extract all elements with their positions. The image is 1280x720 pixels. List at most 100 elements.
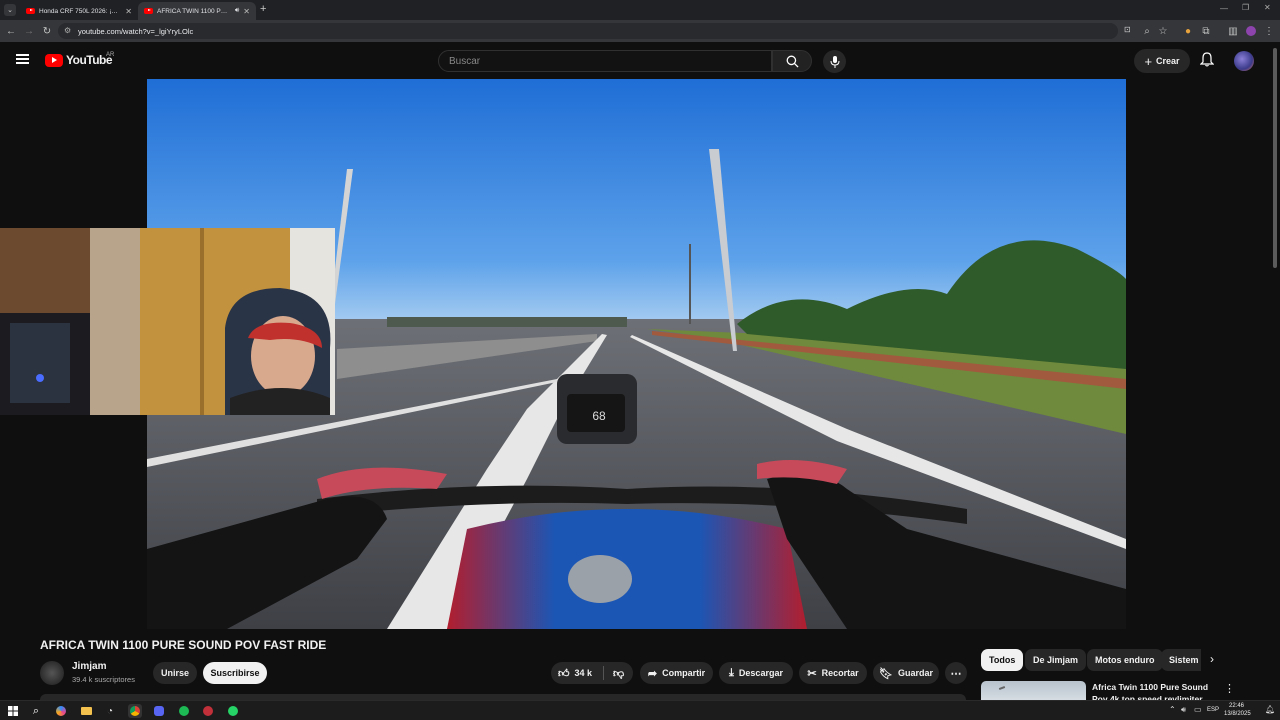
speaker-icon[interactable]: 🔊︎	[235, 7, 239, 15]
youtube-header: YouTube AR Buscar + Crear	[0, 42, 1280, 78]
recommended-title[interactable]: Africa Twin 1100 Pure Sound Pov 4k top s…	[1092, 682, 1214, 700]
chip-todos[interactable]: Todos	[981, 649, 1024, 671]
install-app-icon[interactable]: ⊡	[1124, 25, 1131, 34]
plus-icon: +	[1144, 53, 1153, 69]
browser-menu-icon[interactable]: ⋮	[1262, 24, 1276, 38]
bookmark-star-icon[interactable]: ☆	[1156, 24, 1170, 38]
forward-icon[interactable]: →	[22, 24, 36, 38]
subscriber-count: 39.4 k suscriptores	[72, 675, 135, 684]
windows-start-icon[interactable]	[6, 704, 20, 718]
clock-date[interactable]: 13/8/2025	[1224, 711, 1251, 717]
chip-sistem[interactable]: Sistem	[1161, 649, 1201, 671]
back-icon[interactable]: ←	[4, 24, 18, 38]
browser-tab-1[interactable]: Honda CRF 750L 2026: ¡La bes ✕	[20, 2, 138, 20]
restore-window-icon[interactable]: ❐	[1242, 3, 1249, 12]
whatsapp-icon[interactable]	[226, 704, 240, 718]
browser-tab-2[interactable]: AFRICA TWIN 1100 PURE S 🔊︎ ✕	[138, 2, 256, 20]
app-gauge-icon[interactable]: ◔	[103, 704, 117, 718]
file-explorer-icon[interactable]	[79, 704, 93, 718]
browser-tab-strip: ⌄ Honda CRF 750L 2026: ¡La bes ✕ AFRICA …	[0, 0, 1280, 20]
network-icon[interactable]: ▭	[1194, 705, 1202, 714]
chip-label: Motos enduro	[1095, 655, 1155, 665]
download-icon: ⤓	[729, 666, 734, 679]
spotify-icon[interactable]	[177, 704, 191, 718]
tab-title: AFRICA TWIN 1100 PURE S	[157, 7, 231, 15]
minimize-window-icon[interactable]: —	[1220, 4, 1228, 13]
chip-scroll-right-icon[interactable]: ›	[1210, 652, 1214, 666]
chip-label: De Jimjam	[1033, 655, 1079, 665]
join-button[interactable]: Unirse	[153, 662, 197, 684]
recommended-more-icon[interactable]: ⋮	[1224, 682, 1235, 695]
download-button[interactable]: ⤓ Descargar	[719, 662, 793, 684]
notifications-bell-icon[interactable]	[1199, 52, 1215, 72]
subscribe-button[interactable]: Suscribirse	[203, 662, 267, 684]
webcam-overlay	[0, 228, 335, 415]
subscribe-label: Suscribirse	[210, 668, 260, 678]
zoom-icon[interactable]: ⌕	[1140, 24, 1154, 38]
tray-overflow-icon[interactable]: ⌃	[1169, 705, 1176, 714]
speedometer-readout: 68	[592, 409, 606, 423]
create-label: Crear	[1156, 56, 1180, 66]
tab-search-icon[interactable]: ⌄	[4, 4, 16, 16]
chrome-icon[interactable]	[128, 704, 142, 718]
search-input[interactable]: Buscar	[438, 50, 772, 72]
page-scrollbar[interactable]	[1272, 48, 1278, 708]
reload-icon[interactable]: ↻	[40, 24, 54, 38]
microphone-icon	[830, 55, 839, 68]
save-button[interactable]: 🔖︎ Guardar	[873, 662, 939, 684]
url-text: youtube.com/watch?v=_lgiYryLOlc	[78, 26, 194, 36]
copilot-icon[interactable]	[54, 704, 68, 718]
clip-label: Recortar	[821, 668, 859, 678]
site-info-icon[interactable]: ⚙	[64, 26, 71, 35]
create-button[interactable]: + Crear	[1134, 49, 1190, 73]
discord-icon[interactable]	[152, 704, 166, 718]
search-button[interactable]	[772, 50, 812, 72]
language-indicator[interactable]: ESP	[1207, 707, 1219, 713]
close-tab-icon[interactable]: ✕	[243, 7, 250, 16]
channel-name[interactable]: Jimjam	[72, 661, 106, 672]
new-tab-button[interactable]: +	[260, 3, 266, 15]
extension-icon[interactable]: ●	[1181, 24, 1195, 38]
search-icon[interactable]: ⌕	[29, 704, 43, 718]
steam-icon[interactable]	[201, 704, 215, 718]
search-icon	[786, 55, 799, 68]
like-dislike-group: 👍︎ 34 k 👎︎	[551, 662, 633, 684]
thumbs-down-icon: 👎︎	[613, 667, 625, 680]
channel-avatar[interactable]	[40, 661, 64, 685]
close-tab-icon[interactable]: ✕	[125, 7, 132, 16]
volume-icon[interactable]: 🔊︎	[1181, 705, 1186, 715]
side-panel-icon[interactable]: ▥	[1226, 24, 1240, 38]
youtube-favicon-icon	[144, 8, 153, 14]
hamburger-menu-icon[interactable]	[16, 54, 29, 64]
extensions-puzzle-icon[interactable]: ⧉	[1199, 24, 1213, 38]
chip-motos-enduro[interactable]: Motos enduro	[1087, 649, 1163, 671]
tab-title: Honda CRF 750L 2026: ¡La bes	[39, 7, 121, 15]
notification-center-icon[interactable]: 🔔︎	[1265, 705, 1275, 714]
save-label: Guardar	[897, 668, 933, 678]
scissors-icon: ✂	[807, 667, 817, 680]
video-title: AFRICA TWIN 1100 PURE SOUND POV FAST RID…	[40, 638, 327, 652]
share-button[interactable]: ➦ Compartir	[640, 662, 713, 684]
recommended-thumbnail[interactable]	[981, 681, 1086, 700]
more-actions-button[interactable]: ⋯	[945, 662, 967, 684]
address-bar[interactable]: ⚙ youtube.com/watch?v=_lgiYryLOlc ⊡	[58, 23, 1131, 39]
voice-search-button[interactable]	[823, 50, 846, 73]
user-avatar[interactable]	[1234, 51, 1254, 71]
youtube-logo[interactable]: YouTube	[45, 53, 113, 67]
download-label: Descargar	[738, 668, 783, 678]
clip-button[interactable]: ✂ Recortar	[799, 662, 867, 684]
dislike-button[interactable]: 👎︎	[613, 667, 624, 680]
share-label: Compartir	[662, 668, 706, 678]
clock-time[interactable]: 22:46	[1229, 703, 1244, 709]
divider	[603, 666, 605, 680]
like-count: 34 k	[574, 668, 593, 678]
chip-label: Todos	[989, 655, 1016, 665]
like-button[interactable]: 👍︎ 34 k	[558, 667, 592, 680]
region-code: AR	[106, 52, 115, 58]
youtube-play-logo-icon	[45, 53, 63, 67]
profile-icon[interactable]	[1244, 24, 1258, 38]
chip-de-jimjam[interactable]: De Jimjam	[1025, 649, 1087, 671]
webcam-feed-image	[0, 228, 335, 415]
close-window-icon[interactable]: ✕	[1264, 3, 1271, 12]
thumbs-up-icon: 👍︎	[558, 667, 570, 680]
